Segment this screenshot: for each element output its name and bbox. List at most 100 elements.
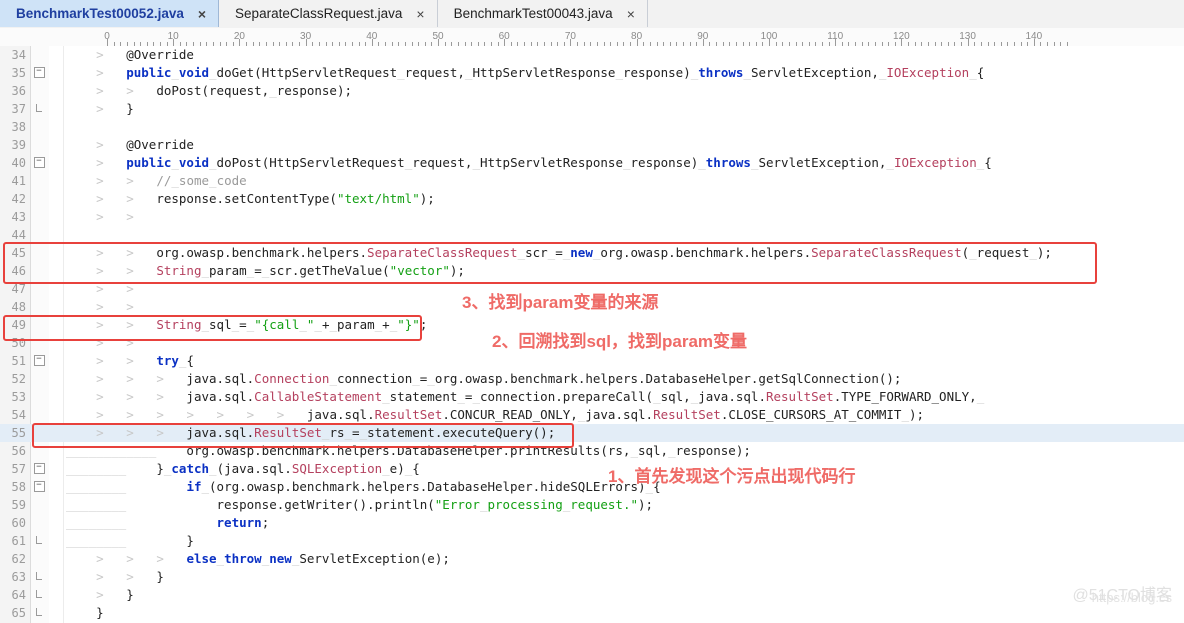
ruler-label: 0 [104,31,110,42]
code-text: > @Override [96,137,194,152]
fold-collapse-icon[interactable]: − [31,64,47,82]
code-line[interactable]: 64 > } [0,586,1184,604]
line-number: 48 [11,300,26,314]
fold-collapse-icon[interactable]: − [31,478,47,496]
code-line[interactable]: 62 > > > else_throw_new_ServletException… [0,550,1184,568]
fold-collapse-icon[interactable]: − [31,154,47,172]
ruler-ticks: 0 10 20 30 40 50 60 70 80 90 100 110 120 130 140 [0,28,1184,46]
line-number: 57 [11,462,26,476]
code-line[interactable]: 51− > > try_{ [0,352,1184,370]
code-line[interactable]: 55 > > > java.sql.ResultSet_rs_=_stateme… [0,424,1184,442]
code-line[interactable]: 65 } [0,604,1184,622]
code-text: ________ return; [66,515,270,530]
code-text: > > doPost(request,_response); [96,83,353,98]
code-line[interactable]: 44 [0,226,1184,244]
ruler-label: 110 [827,31,844,42]
code-text: > > > > > > > java.sql.ResultSet.CONCUR_… [96,407,925,422]
line-number: 53 [11,390,26,404]
line-number: 50 [11,336,26,350]
line-number: 43 [11,210,26,224]
code-line[interactable]: 36 > > doPost(request,_response); [0,82,1184,100]
code-line[interactable]: 45 > > org.owasp.benchmark.helpers.Separ… [0,244,1184,262]
code-text: > } [96,587,134,602]
tab-bar-filler [647,0,1184,28]
close-icon[interactable]: × [416,7,424,21]
editor-tab-bar: BenchmarkTest00052.java × SeparateClassR… [0,0,1184,29]
code-text: > > [96,209,134,224]
line-number: 55 [11,426,26,440]
code-text: > } [96,101,134,116]
code-line[interactable]: 41 > > //_some_code [0,172,1184,190]
line-number: 47 [11,282,26,296]
ruler-label: 10 [167,31,179,42]
fold-collapse-icon[interactable]: − [31,352,47,370]
fold-collapse-icon[interactable]: − [31,460,47,478]
annotation-step-2: 2、回溯找到sql，找到param变量 [492,332,748,351]
line-number: 44 [11,228,26,242]
ruler-label: 140 [1025,31,1043,42]
line-number: 41 [11,174,26,188]
tab-separateclassrequest[interactable]: SeparateClassRequest.java × [219,0,438,27]
close-icon[interactable]: × [627,7,635,21]
fold-end-icon[interactable] [31,532,47,550]
code-text: } [66,605,104,620]
line-number: 56 [11,444,26,458]
tab-benchmarktest00043[interactable]: BenchmarkTest00043.java × [437,0,648,27]
fold-end-icon[interactable] [31,100,47,118]
code-text: ____________ org.owasp.benchmark.helpers… [66,443,751,458]
code-line[interactable]: 39 > @Override [0,136,1184,154]
code-text: ________ } [66,533,194,548]
code-line[interactable]: 40− > public_void_doPost(HttpServletRequ… [0,154,1184,172]
code-line[interactable]: 60 ________ return; [0,514,1184,532]
line-number: 35 [11,66,26,80]
code-line[interactable]: 59 ________ response.getWriter().println(… [0,496,1184,514]
code-line[interactable]: 58− ________ if_(org.owasp.benchmark.help… [0,478,1184,496]
code-text: > > > else_throw_new_ServletException(e)… [96,551,450,566]
line-number: 58 [11,480,26,494]
line-number: 51 [11,354,26,368]
code-line[interactable]: 63 > > } [0,568,1184,586]
ruler-label: 130 [959,31,976,42]
line-number: 52 [11,372,26,386]
code-line[interactable]: 54 > > > > > > > java.sql.ResultSet.CONC… [0,406,1184,424]
line-number: 62 [11,552,26,566]
code-line[interactable]: 61 ________ } [0,532,1184,550]
line-number: 65 [11,606,26,620]
code-line[interactable]: 52 > > > java.sql.Connection_connection_… [0,370,1184,388]
ruler-label: 20 [233,31,245,42]
code-text: > > > java.sql.ResultSet_rs_=_statement.… [96,425,556,440]
fold-end-icon[interactable] [31,604,47,622]
code-text: > > org.owasp.benchmark.helpers.Separate… [96,245,1052,260]
ruler-label: 60 [498,31,510,42]
tab-benchmarktest00052[interactable]: BenchmarkTest00052.java × [0,0,220,27]
fold-end-icon[interactable] [31,568,47,586]
ide-window: BenchmarkTest00052.java × SeparateClassR… [0,0,1184,623]
code-line[interactable]: 34 > @Override [0,46,1184,64]
code-text: > > response.setContentType("text/html")… [96,191,435,206]
line-number: 49 [11,318,26,332]
ruler-label: 80 [631,31,643,42]
line-number: 46 [11,264,26,278]
line-number: 36 [11,84,26,98]
fold-end-icon[interactable] [31,586,47,604]
code-line[interactable]: 43 > > [0,208,1184,226]
column-ruler: 0 10 20 30 40 50 60 70 80 90 100 110 120 130 140 [0,28,1184,47]
code-line[interactable]: 56 ____________ org.owasp.benchmark.helpe… [0,442,1184,460]
line-number: 45 [11,246,26,260]
line-number: 39 [11,138,26,152]
line-number: 63 [11,570,26,584]
code-line[interactable]: 35− > public_void_doGet(HttpServletReque… [0,64,1184,82]
code-line[interactable]: 53 > > > java.sql.CallableStatement_stat… [0,388,1184,406]
code-text: > public_void_doGet(HttpServletRequest_r… [96,65,985,80]
line-number: 38 [11,120,26,134]
tab-label: BenchmarkTest00043.java [453,6,613,21]
watermark: https://blog.cs @51CTO博客 [1072,587,1172,605]
line-number: 34 [11,48,26,62]
code-line[interactable]: 42 > > response.setContentType("text/htm… [0,190,1184,208]
line-number: 59 [11,498,26,512]
close-icon[interactable]: × [198,7,206,21]
code-line[interactable]: 37 > } [0,100,1184,118]
code-line[interactable]: 57− ________ }_catch_(java.sql.SQLExcepti… [0,460,1184,478]
code-line[interactable]: 46 > > String_param_=_scr.getTheValue("v… [0,262,1184,280]
code-line[interactable]: 38 [0,118,1184,136]
